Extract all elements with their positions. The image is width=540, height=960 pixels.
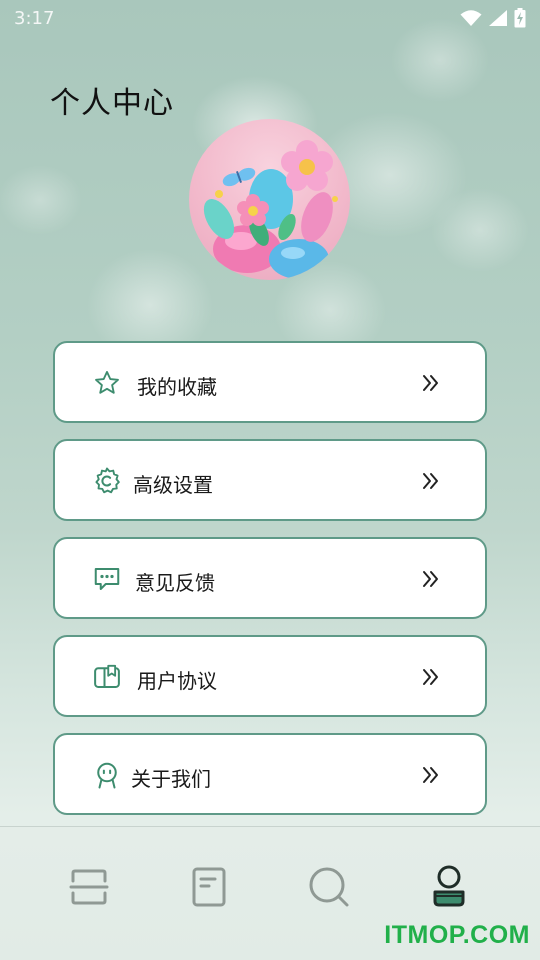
status-bar: 3:17 <box>0 0 540 36</box>
menu-item-advanced-settings[interactable]: 高级设置 <box>53 439 487 521</box>
menu-item-label: 高级设置 <box>133 473 213 497</box>
settings-icon <box>91 465 123 497</box>
tab-scan[interactable] <box>67 865 111 909</box>
avatar[interactable] <box>189 119 350 280</box>
menu-item-label: 意见反馈 <box>135 571 215 595</box>
status-time: 3:17 <box>14 7 55 29</box>
menu-item-feedback[interactable]: 意见反馈 <box>53 537 487 619</box>
profile-icon <box>433 865 465 907</box>
menu-item-favorites[interactable]: 我的收藏 <box>53 341 487 423</box>
tab-profile[interactable] <box>427 865 471 909</box>
cellular-signal-icon <box>489 10 507 26</box>
flower-balloon-avatar-image <box>203 140 338 279</box>
double-chevron-right-icon <box>423 767 438 783</box>
user-agreement-icon <box>91 661 123 693</box>
menu-item-user-agreement[interactable]: 用户协议 <box>53 635 487 717</box>
status-icons <box>460 8 526 28</box>
double-chevron-right-icon <box>423 571 438 587</box>
watermark-text: ITMOP.COM <box>384 921 530 949</box>
document-icon <box>192 867 226 907</box>
menu-item-about-us[interactable]: 关于我们 <box>53 733 487 815</box>
wifi-icon <box>460 10 482 26</box>
double-chevron-right-icon <box>423 473 438 489</box>
about-us-icon <box>91 759 123 791</box>
double-chevron-right-icon <box>423 669 438 685</box>
menu-item-label: 用户协议 <box>137 669 217 693</box>
tab-document[interactable] <box>187 865 231 909</box>
menu-item-label: 我的收藏 <box>137 375 217 399</box>
feedback-icon <box>91 563 123 595</box>
menu-item-label: 关于我们 <box>131 767 211 791</box>
double-chevron-right-icon <box>423 375 438 391</box>
scan-icon <box>69 869 109 905</box>
battery-charging-icon <box>514 8 526 28</box>
page-title: 个人中心 <box>50 86 174 121</box>
tab-search[interactable] <box>307 865 351 909</box>
search-icon <box>309 867 349 907</box>
star-icon <box>91 367 123 399</box>
